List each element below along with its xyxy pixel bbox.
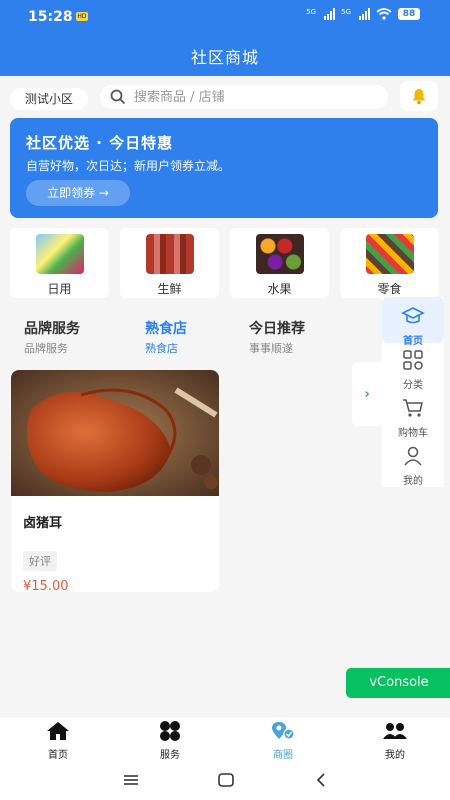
- side-nav: 首页 分类 购物车 我的: [382, 297, 444, 487]
- tab-bar-label: 我的: [385, 750, 405, 761]
- tab-subtitle: 熟食店: [145, 342, 178, 355]
- category-label: 生鲜: [157, 282, 182, 296]
- search-icon: [110, 89, 126, 105]
- app-header: 15:28 HD 5G 5G 88 社区商城: [0, 0, 450, 76]
- map-pin-icon: [272, 722, 295, 740]
- category-daily[interactable]: 日用: [10, 228, 109, 298]
- tab-bar-home[interactable]: 首页: [28, 721, 88, 761]
- side-nav-toggle[interactable]: ›: [352, 362, 382, 426]
- tab-subtitle: 事事顺遂: [249, 342, 293, 355]
- promo-banner[interactable]: 社区优选 · 今日特惠 自营好物，次日达；新用户领券立减。 立即领券 →: [10, 118, 438, 218]
- fruit-image: [255, 234, 304, 274]
- user-icon: [404, 446, 422, 466]
- tab-bar-label: 首页: [48, 750, 68, 761]
- category-label: 日用: [47, 282, 72, 296]
- home-hat-icon: [401, 307, 425, 324]
- back-button[interactable]: [311, 770, 331, 790]
- category-fresh[interactable]: 生鲜: [120, 228, 219, 298]
- users-icon: [383, 723, 407, 739]
- banner-subtitle: 自营好物，次日达；新用户领券立减。: [26, 159, 231, 173]
- signal-icon-2: [359, 8, 370, 20]
- network-label-2: 5G: [341, 8, 351, 16]
- search-box[interactable]: [100, 85, 388, 109]
- status-time: 15:28: [28, 9, 73, 25]
- category-label: 水果: [267, 282, 292, 296]
- back-icon: [316, 773, 325, 787]
- product-image: [11, 370, 219, 496]
- side-nav-label: 分类: [403, 380, 423, 391]
- fresh-meat-image: [145, 234, 194, 274]
- daily-goods-image: [35, 234, 84, 274]
- product-price: ¥15.00: [23, 579, 69, 592]
- banner-title: 社区优选 · 今日特惠: [26, 134, 174, 152]
- search-input[interactable]: [134, 89, 374, 105]
- tab-bar-business-circle[interactable]: 商圈: [253, 721, 313, 761]
- category-label: 零食: [377, 282, 402, 296]
- recent-apps-button[interactable]: [121, 770, 141, 790]
- claim-coupon-button[interactable]: 立即领券 →: [26, 180, 130, 206]
- bottom-tab-bar: 首页 服务 商圈 我的: [0, 716, 450, 761]
- wifi-icon: [376, 8, 392, 20]
- home-icon: [47, 722, 69, 740]
- tab-bar-mine[interactable]: 我的: [365, 721, 425, 761]
- network-label-1: 5G: [306, 8, 317, 16]
- square-icon: [218, 773, 234, 787]
- battery-indicator: 88: [398, 8, 420, 20]
- category-snack[interactable]: 零食: [340, 228, 439, 298]
- bell-icon: [412, 89, 426, 105]
- product-name: 卤猪耳: [23, 516, 63, 531]
- review-tag: 好评: [23, 551, 57, 571]
- side-nav-cart[interactable]: 购物车: [382, 393, 444, 439]
- product-card[interactable]: 卤猪耳 好评 ¥15.00: [11, 370, 219, 592]
- tab-today-picks[interactable]: 今日推荐 事事顺遂: [249, 318, 359, 356]
- clover-icon: [160, 721, 180, 741]
- signal-icon: [324, 8, 336, 20]
- tab-subtitle: 品牌服务: [24, 342, 68, 355]
- side-nav-label: 我的: [403, 476, 423, 487]
- cart-icon: [403, 399, 423, 417]
- side-nav-label: 购物车: [398, 428, 428, 439]
- community-selector[interactable]: 测试小区: [10, 88, 88, 110]
- page-title: 社区商城: [190, 48, 259, 67]
- tab-bar-label: 商圈: [273, 750, 293, 761]
- tab-brand-service[interactable]: 品牌服务 品牌服务: [24, 318, 134, 356]
- side-nav-home[interactable]: 首页: [382, 297, 444, 347]
- tab-title: 熟食店: [145, 321, 187, 337]
- search-row: 测试小区: [0, 78, 450, 116]
- grid-icon: [403, 350, 423, 370]
- notification-button[interactable]: [400, 81, 438, 111]
- category-grid: 日用 生鲜 水果 零食: [10, 228, 440, 298]
- tab-bar-label: 服务: [160, 750, 180, 761]
- tab-bar-service[interactable]: 服务: [140, 721, 200, 761]
- category-fruit[interactable]: 水果: [230, 228, 329, 298]
- vconsole-button[interactable]: vConsole: [346, 668, 450, 698]
- snack-image: [365, 234, 414, 274]
- hd-badge: HD: [76, 12, 88, 21]
- tab-title: 品牌服务: [24, 321, 80, 337]
- home-system-button[interactable]: [216, 770, 236, 790]
- status-icons: 5G 5G 88: [306, 8, 420, 20]
- shop-tabs: 品牌服务 品牌服务 熟食店 熟食店 今日推荐 事事顺遂: [0, 318, 380, 358]
- side-nav-mine[interactable]: 我的: [382, 441, 444, 487]
- tab-deli[interactable]: 熟食店 熟食店: [145, 318, 255, 356]
- side-nav-category[interactable]: 分类: [382, 345, 444, 391]
- system-nav-bar: [0, 760, 450, 800]
- menu-icon: [124, 775, 138, 785]
- tab-title: 今日推荐: [249, 321, 305, 337]
